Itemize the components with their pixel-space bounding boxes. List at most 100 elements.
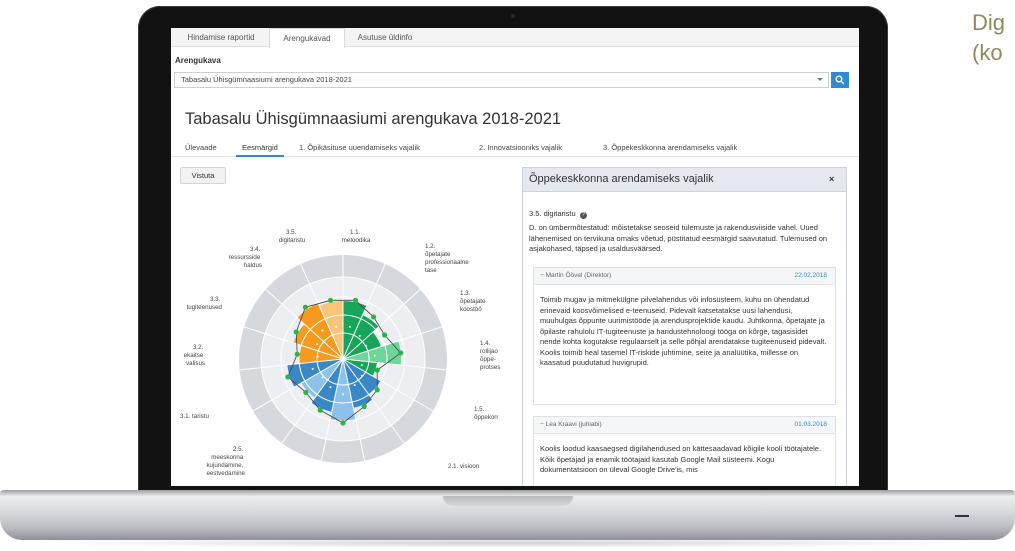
score-point-2-3[interactable] [340, 420, 346, 426]
label-1-5[interactable]: 1.5. õppekorr [474, 406, 498, 421]
chevron-down-icon[interactable] [817, 78, 823, 81]
baseline-point-1-2 [358, 334, 361, 337]
app-screen: Hindamise raportid Arengukavad Asutuse ü… [171, 28, 859, 486]
label-2-5-name3: eestvedamine [206, 470, 245, 477]
baseline-point-1-3 [364, 344, 367, 347]
search-button[interactable] [831, 72, 849, 88]
comment-date: 01.03.2018 [794, 421, 827, 428]
comment-card: − Martin Öövel (Direktor) 22.02.2018 Toi… [533, 267, 836, 405]
label-1-2-name3: tase [425, 267, 437, 274]
score-point-3-5[interactable] [327, 297, 334, 303]
plan-selector[interactable]: Tabasalu Ühisgümnaasiumi arengukava 2018… [174, 72, 829, 88]
panel-title: Õppekeskkonna arendamiseks vajalik [529, 173, 714, 185]
label-3-4-name2: haldus [244, 262, 262, 269]
baseline-point-3-1 [311, 367, 314, 370]
label-1-3-num: 1.3. [460, 290, 471, 297]
label-3-3-num: 3.3. [210, 296, 221, 303]
camera-icon [511, 14, 515, 18]
comment-author-name: Martin Öövel (Direktor) [545, 272, 612, 279]
label-1-4-name3: protses [480, 364, 500, 371]
comment-author: − Lea Kraavi (juhiabi) [540, 421, 602, 428]
score-point-1-3[interactable] [381, 332, 388, 338]
score-point-3-2[interactable] [294, 351, 300, 357]
plan-selector-label: Arengukava [175, 56, 221, 65]
power-led-icon [955, 515, 969, 517]
label-1-1[interactable]: 1.1. metoodika [342, 229, 371, 244]
score-point-1-1[interactable] [352, 297, 359, 303]
label-2-1[interactable]: 2.1. visioon [448, 463, 480, 470]
label-1-2-num: 1.2. [425, 243, 436, 250]
page-title: Tabasalu Ühisgümnaasiumi arengukava 2018… [185, 110, 562, 128]
label-1-2-name1: õpetajate [425, 251, 451, 258]
laptop-notch [443, 496, 573, 506]
label-3-3-name: tugiteenused [187, 304, 223, 311]
label-1-4[interactable]: 1.4. rollijao õppe- protses [480, 340, 500, 371]
baseline-point-2-3 [342, 393, 344, 396]
score-point-2-2[interactable] [361, 403, 367, 410]
label-2-5-num: 2.5. [233, 446, 244, 453]
detail-panel: Õppekeskkonna arendamiseks vajalik × 3.5… [522, 167, 847, 486]
tab-eesmargid[interactable]: Eesmärgid [236, 139, 284, 157]
tab-oppekeskkond[interactable]: 3. Õppekeskkonna arendamiseks vajalik [603, 139, 737, 157]
comment-header: − Martin Öövel (Direktor) 22.02.2018 [534, 268, 835, 285]
score-point-2-5[interactable] [303, 389, 309, 396]
goal-description: D. on ümbermõtestatud: mõistetakse seose… [529, 223, 828, 253]
score-point-1-5[interactable] [374, 367, 380, 373]
tab-hindamise-raportid[interactable]: Hindamise raportid [175, 28, 267, 47]
label-2-5[interactable]: 2.5. meeskonna kujundamine, eestvedamine [206, 446, 245, 477]
side-caption: Dig (ko [972, 8, 1015, 68]
label-3-5[interactable]: 3.5. digitaristu [279, 229, 306, 244]
side-caption-line1: Dig [972, 10, 1006, 35]
score-point-3-1[interactable] [285, 374, 291, 380]
baseline-point-3-2 [316, 355, 319, 358]
panel-header: Õppekeskkonna arendamiseks vajalik × [523, 168, 846, 192]
baseline-point-1-4 [373, 354, 376, 357]
label-1-5-num: 1.5. [474, 406, 485, 413]
baseline-point-1-1 [348, 325, 351, 328]
label-3-4[interactable]: 3.4. ressursside haldus [229, 246, 262, 269]
baseline-point-3-4 [321, 329, 324, 332]
label-3-5-name: digitaristu [279, 237, 306, 244]
search-icon [835, 75, 845, 85]
help-icon[interactable]: ? [579, 212, 587, 219]
label-1-1-num: 1.1. [350, 229, 361, 236]
label-3-4-num: 3.4. [250, 246, 261, 253]
label-1-3[interactable]: 1.3. õpetajate koostöö [460, 290, 487, 313]
top-tab-bar: Hindamise raportid Arengukavad Asutuse ü… [171, 28, 859, 48]
tab-asutuse-uldinfo[interactable]: Asutuse üldinfo [347, 28, 423, 47]
score-point-2-4[interactable] [317, 407, 323, 413]
label-3-1[interactable]: 3.1. taristu [180, 413, 209, 420]
label-3-2-name1: ekaitse [184, 352, 204, 359]
score-point-3-4[interactable] [302, 304, 308, 310]
hide-button[interactable]: Vistuta [180, 167, 226, 184]
side-caption-line2: (ko [972, 40, 1003, 65]
baseline-point-3-3 [316, 343, 319, 346]
radar-chart: 3.5. digitaristu 1.1. metoodika 3.4. res… [180, 229, 500, 477]
comment-header: − Lea Kraavi (juhiabi) 01.03.2018 [534, 417, 835, 434]
baseline-point-1-5 [360, 364, 363, 367]
label-2-5-name2: kujundamine, [206, 462, 243, 469]
score-point-2-1[interactable] [374, 387, 380, 393]
close-icon[interactable]: × [829, 174, 834, 184]
label-3-2[interactable]: 3.2. ekaitse valisus [184, 344, 205, 367]
label-2-5-name1: meeskonna [211, 454, 244, 461]
label-1-5-name: õppekorr [474, 414, 498, 421]
baseline-point-2-4 [329, 386, 332, 389]
label-3-4-name1: ressursside [229, 254, 261, 261]
comment-author: − Martin Öövel (Direktor) [540, 272, 611, 279]
score-point-3-3[interactable] [293, 329, 299, 335]
score-point-1-2[interactable] [370, 314, 377, 320]
tab-innovatsioon[interactable]: 2. Innovatsiooniks vajalik [479, 139, 562, 157]
laptop-mockup: Dig (ko Hindamise raportid Arengukavad A… [0, 0, 1015, 551]
goal-heading: 3.5. digitaristu ? [529, 209, 587, 219]
score-point-1-4[interactable] [398, 350, 404, 356]
sub-tab-bar: Ülevaade Eesmärgid 1. Õpikäsituse uuenda… [171, 139, 859, 157]
label-1-2-name2: professionaalne [425, 259, 469, 266]
tab-opikasitus[interactable]: 1. Õpikäsituse uuendamiseks vajalik [299, 139, 420, 157]
label-1-3-name1: õpetajate [460, 298, 486, 305]
tab-ulevaade[interactable]: Ülevaade [185, 139, 217, 157]
label-1-4-num: 1.4. [480, 340, 491, 347]
label-1-2[interactable]: 1.2. õpetajate professionaalne tase [425, 243, 470, 274]
tab-arengukavad[interactable]: Arengukavad [269, 28, 345, 48]
label-3-3[interactable]: 3.3. tugiteenused [187, 296, 223, 311]
